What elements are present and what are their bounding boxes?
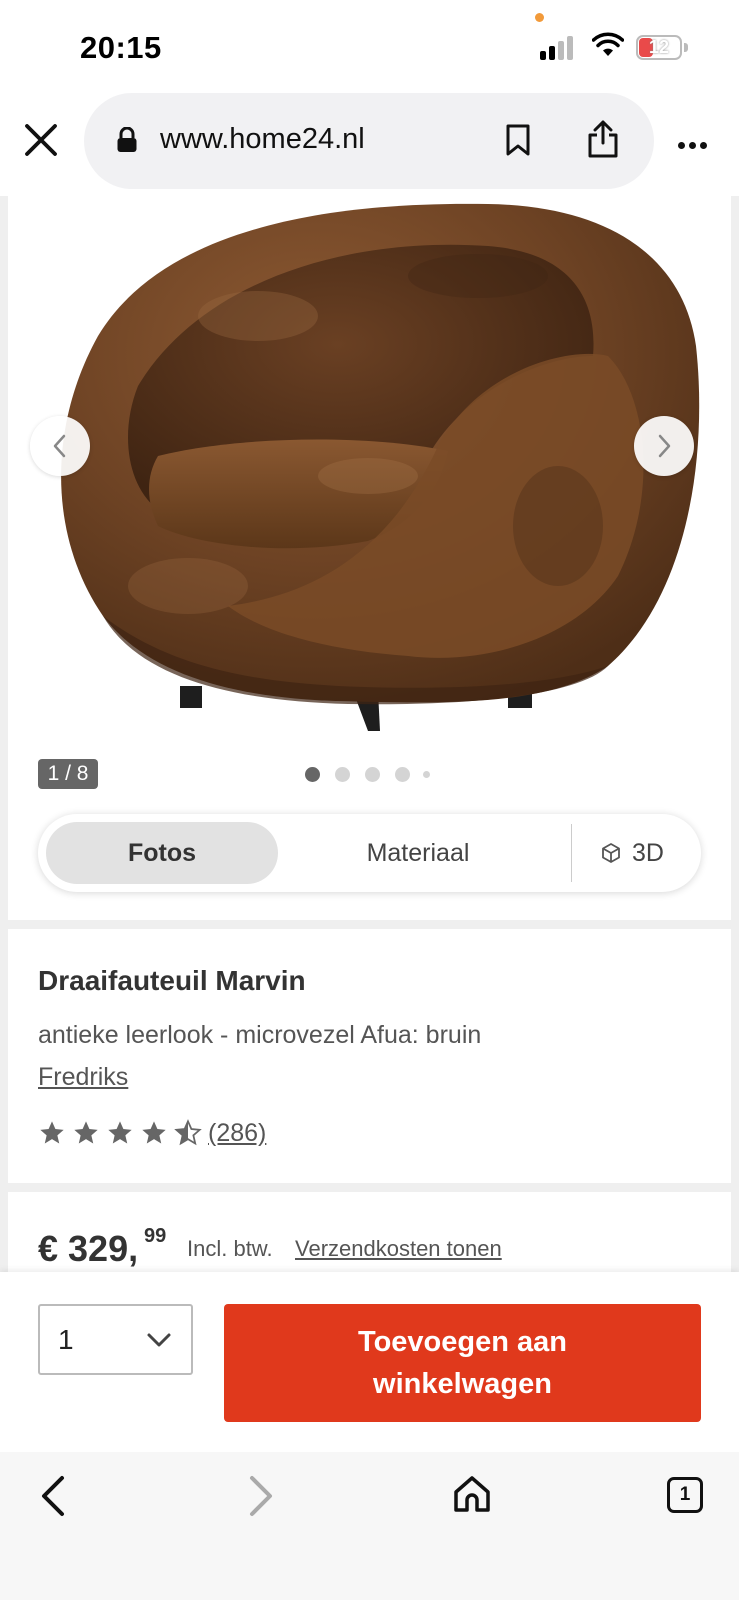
- tab-materiaal[interactable]: Materiaal: [298, 822, 538, 884]
- status-bar: 20:15 12: [0, 0, 739, 92]
- product-gallery: 1 / 8 Fotos Materiaal 3D: [8, 196, 731, 920]
- back-icon[interactable]: [36, 1474, 70, 1518]
- image-counter: 1 / 8: [38, 759, 98, 789]
- product-subtitle: antieke leerlook - microvezel Afua: brui…: [38, 1021, 482, 1049]
- carousel-dot[interactable]: [335, 767, 350, 782]
- forward-icon[interactable]: [244, 1474, 278, 1518]
- carousel-dot[interactable]: [365, 767, 380, 782]
- home-icon[interactable]: [452, 1474, 492, 1514]
- next-image-button[interactable]: [634, 416, 694, 476]
- product-info: Draaifauteuil Marvin antieke leerlook - …: [8, 929, 731, 1183]
- tab-3d-label: 3D: [632, 839, 664, 867]
- close-icon[interactable]: [22, 121, 60, 159]
- tab-3d[interactable]: 3D: [586, 822, 692, 884]
- tab-divider: [571, 824, 572, 882]
- status-time: 20:15: [80, 30, 162, 65]
- browser-address-bar: www.home24.nl: [0, 92, 739, 196]
- price-cents: 99: [144, 1225, 167, 1247]
- url-text: www.home24.nl: [160, 123, 365, 155]
- bookmark-icon[interactable]: [504, 123, 532, 157]
- battery-level: 12: [648, 37, 670, 57]
- signal-icon: [540, 34, 576, 60]
- chevron-right-icon: [658, 434, 671, 458]
- carousel-dot[interactable]: [305, 767, 320, 782]
- product-title: Draaifauteuil Marvin: [38, 965, 306, 996]
- price-main: € 329,: [38, 1228, 139, 1269]
- carousel-dot[interactable]: [395, 767, 410, 782]
- star-full-icon: [142, 1121, 166, 1144]
- shipping-costs-link[interactable]: Verzendkosten tonen: [295, 1236, 502, 1262]
- url-field[interactable]: www.home24.nl: [84, 93, 654, 189]
- star-half-icon: [174, 1119, 202, 1146]
- star-full-icon: [74, 1121, 98, 1144]
- chevron-left-icon: [53, 434, 66, 458]
- wifi-icon: [592, 32, 624, 56]
- gallery-tabs: Fotos Materiaal 3D: [38, 814, 701, 892]
- quantity-value: 1: [58, 1324, 74, 1355]
- share-icon[interactable]: [586, 119, 620, 159]
- rating-stars[interactable]: [38, 1119, 208, 1152]
- add-to-cart-bar: 1 Toevoegen aan winkelwagen: [0, 1272, 739, 1452]
- add-to-cart-button[interactable]: Toevoegen aan winkelwagen: [224, 1304, 701, 1422]
- tabs-button[interactable]: 1: [667, 1477, 703, 1513]
- privacy-indicator-dot: [535, 13, 544, 22]
- price-vat-note: Incl. btw.: [187, 1236, 273, 1261]
- product-image[interactable]: [8, 196, 731, 756]
- star-full-icon: [40, 1121, 64, 1144]
- battery-icon: 12: [636, 35, 682, 60]
- carousel-dot[interactable]: [423, 771, 430, 778]
- more-icon[interactable]: [678, 136, 711, 154]
- browser-toolbar: 1: [0, 1452, 739, 1600]
- star-full-icon: [108, 1121, 132, 1144]
- brand-link[interactable]: Fredriks: [38, 1063, 128, 1092]
- battery-tip: [684, 43, 688, 52]
- tab-fotos[interactable]: Fotos: [46, 822, 278, 884]
- price-section: € 329, 99 Incl. btw. Verzendkosten tonen: [8, 1192, 731, 1272]
- chevron-down-icon: [147, 1333, 171, 1347]
- review-count-link[interactable]: (286): [208, 1119, 266, 1148]
- lock-icon: [117, 127, 137, 152]
- quantity-select[interactable]: 1: [38, 1304, 193, 1375]
- cube-icon: [602, 843, 620, 863]
- previous-image-button[interactable]: [30, 416, 90, 476]
